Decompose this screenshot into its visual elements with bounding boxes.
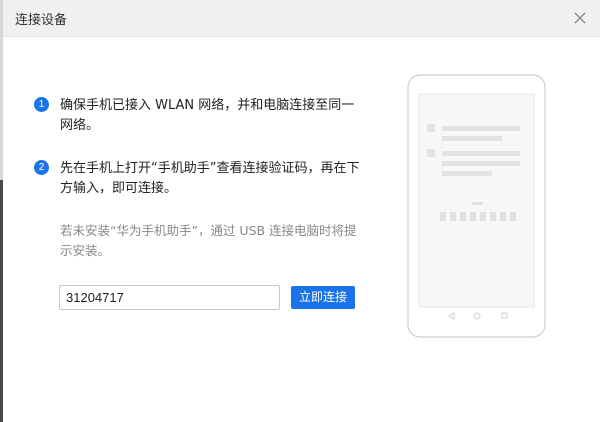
step-1-text: 确保手机已接入 WLAN 网络，并和电脑连接至同一网络。 <box>60 98 355 133</box>
close-icon[interactable] <box>571 9 589 27</box>
install-hint: 若未安装“华为手机助手”，通过 USB 连接电脑时将提示安装。 <box>60 223 357 258</box>
phone-illustration <box>407 74 547 344</box>
step-number-2: 2 <box>34 160 49 175</box>
connect-device-dialog: 连接设备 1 确保手机已接入 WLAN 网络，并和电脑连接至同一网络。 2 先在… <box>3 0 600 422</box>
dialog-title: 连接设备 <box>15 13 68 28</box>
connect-now-button[interactable]: 立即连接 <box>291 286 355 309</box>
step-2-text: 先在手机上打开“手机助手”查看连接验证码，再在下方输入，即可连接。 <box>60 161 360 196</box>
verification-code-input[interactable] <box>59 285 280 310</box>
dialog-titlebar: 连接设备 <box>3 0 600 37</box>
step-number-1: 1 <box>34 97 49 112</box>
